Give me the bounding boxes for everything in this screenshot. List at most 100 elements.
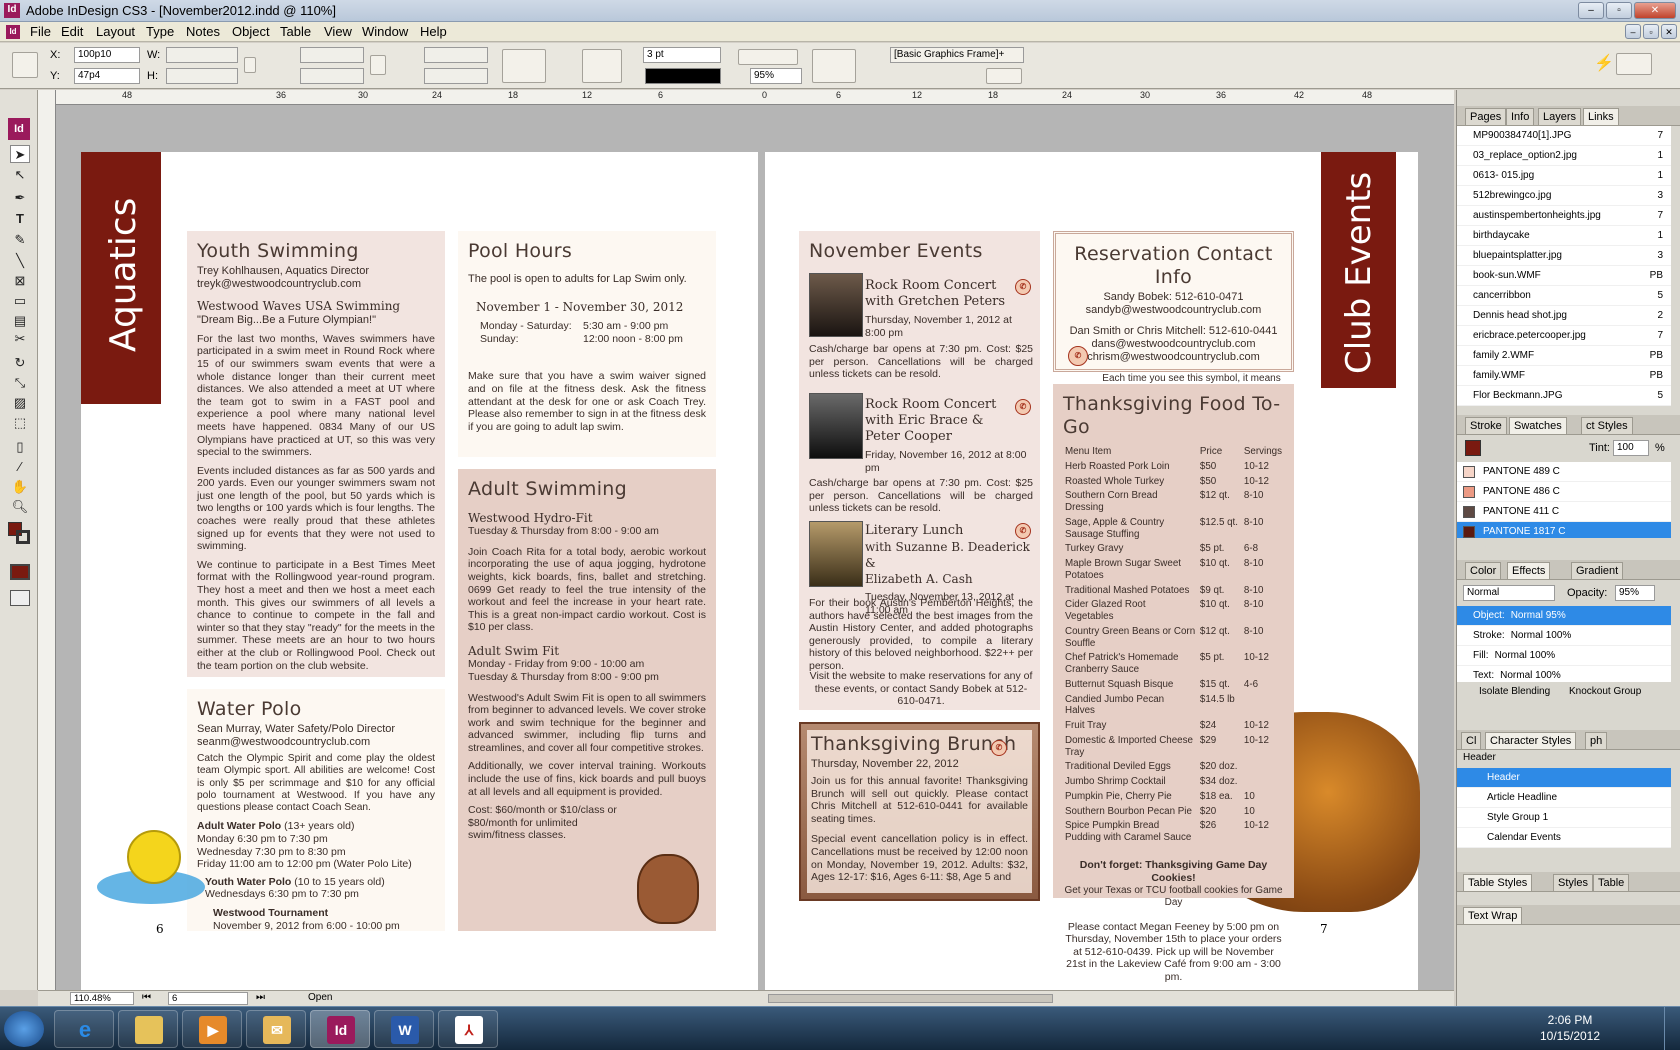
thanksgiving-brunch-box[interactable]: Thanksgiving Brunch Thursday, November 2… [799, 722, 1040, 901]
left-page[interactable]: Aquatics Youth Swimming Trey Kohlhausen,… [81, 152, 758, 990]
text-wrap-icons[interactable] [812, 49, 856, 83]
link-row[interactable]: MP900384740[1].JPG 7 [1457, 126, 1671, 146]
link-row[interactable]: family 2.WMF PB [1457, 346, 1671, 366]
swatch-row[interactable]: PANTONE 411 C [1457, 502, 1671, 522]
apply-color-icon[interactable] [10, 564, 30, 580]
minimize-button[interactable]: – [1578, 2, 1604, 19]
link-row[interactable]: 512brewingco.jpg 3 [1457, 186, 1671, 206]
y-field[interactable]: 47p4 [74, 68, 140, 84]
blend-mode-dropdown[interactable]: Normal [1463, 585, 1555, 601]
pool-hours-box[interactable]: Pool Hours The pool is open to adults fo… [458, 231, 716, 457]
hand-tool-icon[interactable]: ✋ [10, 478, 30, 496]
effects-row[interactable]: Stroke: Normal 100% [1457, 626, 1671, 646]
menu-layout[interactable]: Layout [96, 24, 135, 39]
menu-notes[interactable]: Notes [186, 24, 220, 39]
h-field[interactable] [166, 68, 238, 84]
tab-links[interactable]: Links [1583, 108, 1619, 125]
rectangle-tool-icon[interactable]: ▭ [10, 292, 30, 310]
direct-selection-tool-icon[interactable]: ↖ [10, 166, 30, 184]
doc-close-button[interactable]: ✕ [1661, 24, 1677, 39]
rotation-field[interactable] [424, 47, 488, 63]
free-transform-tool-icon[interactable]: ⬚ [10, 414, 30, 432]
horizontal-scrollbar[interactable] [768, 994, 1053, 1003]
link-row[interactable]: cancerribbon 5 [1457, 286, 1671, 306]
youth-swimming-box[interactable]: Youth Swimming Trey Kohlhausen, Aquatics… [187, 231, 445, 677]
menu-type[interactable]: Type [146, 24, 174, 39]
fill-color-icon[interactable] [1465, 440, 1481, 456]
zoom-tool-icon[interactable]: 🔍︎ [10, 498, 30, 516]
tab-cl[interactable]: Cl [1461, 732, 1482, 749]
rotate-flip-icons[interactable] [502, 49, 546, 83]
selection-tool-icon[interactable]: ➤ [10, 145, 30, 163]
swatch-row[interactable]: PANTONE 1817 C [1457, 522, 1671, 538]
thanksgiving-food-box[interactable]: Thanksgiving Food To-Go Menu Item Price … [1053, 384, 1294, 983]
tab-cell-styles[interactable]: Styles [1553, 874, 1593, 891]
tab-character-styles[interactable]: Character Styles [1485, 732, 1577, 749]
menu-help[interactable]: Help [420, 24, 447, 39]
menu-edit[interactable]: Edit [61, 24, 83, 39]
rotate-tool-icon[interactable]: ↻ [10, 354, 30, 372]
note-tool-icon[interactable]: ▯ [10, 438, 30, 456]
pencil-tool-icon[interactable]: ✎ [10, 231, 30, 249]
swatch-row[interactable]: PANTONE 489 C [1457, 462, 1671, 482]
clear-override-icons[interactable] [986, 68, 1022, 84]
gradient-tool-icon[interactable]: ▨ [10, 394, 30, 412]
link-row[interactable]: birthdaycake 1 [1457, 226, 1671, 246]
water-polo-box[interactable]: Water Polo Sean Murray, Water Safety/Pol… [187, 689, 445, 932]
taskbar-explorer[interactable] [118, 1010, 178, 1048]
maximize-button[interactable]: ▫ [1606, 2, 1632, 19]
fitting-icons[interactable] [738, 49, 798, 65]
tab-layers[interactable]: Layers [1538, 108, 1582, 125]
menu-object[interactable]: Object [232, 24, 270, 39]
stroke-swatch-icon[interactable] [16, 530, 30, 544]
tab-swatches[interactable]: Swatches [1509, 417, 1567, 434]
taskbar-indesign[interactable]: Id [310, 1010, 370, 1048]
opacity-field[interactable]: 95% [750, 68, 802, 84]
chain-link-icon[interactable] [370, 55, 386, 75]
constrain-proportions-icon[interactable] [244, 57, 256, 73]
view-mode-icon[interactable] [10, 590, 30, 606]
stroke-weight-field[interactable]: 3 pt [643, 47, 721, 63]
page-number-field[interactable]: 6 [168, 992, 248, 1005]
doc-restore-button[interactable]: ▫ [1643, 24, 1659, 39]
taskbar-acrobat[interactable]: ⅄ [438, 1010, 498, 1048]
scissors-tool-icon[interactable]: ✂ [10, 330, 30, 348]
tab-pages[interactable]: Pages [1465, 108, 1507, 125]
character-style-row[interactable]: Style Group 1 [1457, 808, 1671, 828]
workspace-dropdown[interactable] [1616, 53, 1652, 75]
link-row[interactable]: family.WMF PB [1457, 366, 1671, 386]
line-tool-icon[interactable]: ╲ [10, 252, 30, 270]
tab-paragraph-styles[interactable]: ph [1585, 732, 1608, 749]
tab-text-wrap[interactable]: Text Wrap [1463, 907, 1523, 924]
menu-view[interactable]: View [324, 24, 352, 39]
object-style-dropdown[interactable]: [Basic Graphics Frame]+ [890, 47, 1024, 63]
scale-x-field[interactable] [300, 47, 364, 63]
button-tool-icon[interactable]: ▤ [10, 312, 30, 330]
link-row[interactable]: 0613- 015.jpg 1 [1457, 166, 1671, 186]
knockout-group-checkbox[interactable]: Knockout Group [1569, 686, 1641, 697]
tint-field[interactable]: 100 [1613, 440, 1649, 456]
character-style-row[interactable]: Header [1457, 768, 1671, 788]
shear-field[interactable] [424, 68, 488, 84]
tab-table-styles[interactable]: Table Styles [1463, 874, 1533, 891]
link-row[interactable]: ericbrace.petercooper.jpg 7 [1457, 326, 1671, 346]
effects-row[interactable]: Text: Normal 100% [1457, 666, 1671, 682]
taskbar-word[interactable]: W [374, 1010, 434, 1048]
opacity-field[interactable]: 95% [1615, 585, 1655, 601]
type-tool-icon[interactable]: T [10, 210, 30, 228]
w-field[interactable] [166, 47, 238, 63]
select-container-icons[interactable] [582, 49, 622, 83]
link-row[interactable]: Flor Beckmann.JPG 5 [1457, 386, 1671, 406]
next-page-icon[interactable]: ⏭ [256, 992, 265, 1003]
tab-effects[interactable]: Effects [1507, 562, 1551, 579]
tab-stroke[interactable]: Stroke [1465, 417, 1507, 434]
link-row[interactable]: Dennis head shot.jpg 2 [1457, 306, 1671, 326]
start-button[interactable] [4, 1011, 44, 1047]
right-page[interactable]: Club Events November Events Rock Room Co… [765, 152, 1420, 990]
scale-tool-icon[interactable]: ⤡ [10, 374, 30, 392]
link-row[interactable]: book-sun.WMF PB [1457, 266, 1671, 286]
doc-minimize-button[interactable]: – [1625, 24, 1641, 39]
isolate-blending-checkbox[interactable]: Isolate Blending [1479, 686, 1550, 697]
taskbar-media[interactable]: ▶ [182, 1010, 242, 1048]
swatch-row[interactable]: PANTONE 486 C [1457, 482, 1671, 502]
